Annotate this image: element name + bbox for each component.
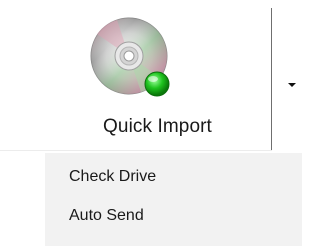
quick-import-dropdown-button[interactable] [273, 0, 302, 150]
quick-import-split-button: Quick Import [0, 0, 302, 150]
menu-item-label: Auto Send [69, 207, 144, 224]
quick-import-label: Quick Import [103, 116, 212, 137]
split-button-separator [271, 8, 272, 150]
menu-item-check-drive[interactable]: Check Drive [45, 159, 302, 197]
menu-item-auto-send[interactable]: Auto Send [45, 198, 302, 236]
cd-disc-icon [90, 17, 170, 97]
green-status-dot-icon [144, 71, 170, 97]
menu-item-label: Check Drive [69, 168, 157, 185]
ribbon-bottom-border [0, 150, 272, 151]
dropdown-menu: Check Drive Auto Send [45, 153, 302, 246]
quick-import-button[interactable]: Quick Import [45, 0, 270, 150]
ribbon-area: Quick Import [0, 0, 302, 152]
dropdown-arrow-icon [288, 83, 296, 87]
